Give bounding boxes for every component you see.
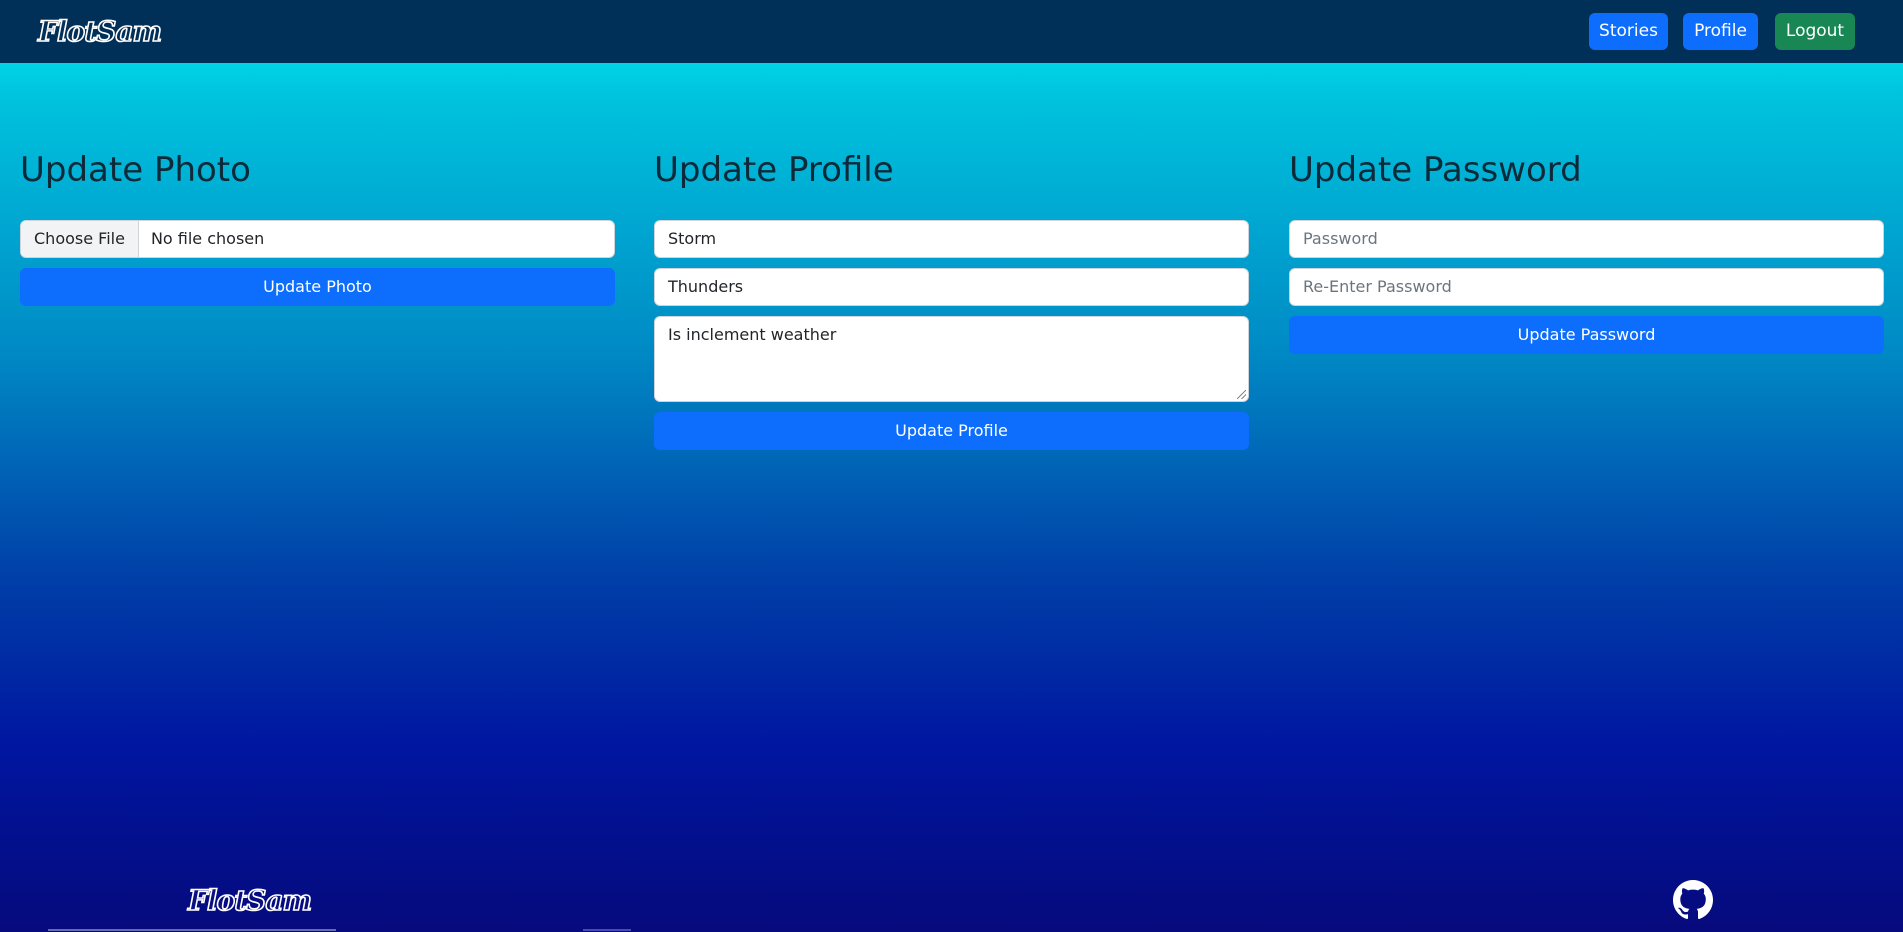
last-name-input[interactable]: Thunders — [654, 268, 1249, 306]
footer-brand-logo[interactable]: FlotSam — [187, 883, 313, 918]
footer-divider — [48, 929, 336, 931]
update-photo-title: Update Photo — [20, 150, 251, 190]
update-profile-section: Update Profile Storm Thunders Is incleme… — [654, 145, 1249, 450]
first-name-input[interactable]: Storm — [654, 220, 1249, 258]
password-input[interactable]: Password — [1289, 220, 1884, 258]
github-icon[interactable] — [1673, 880, 1713, 920]
update-password-section: Update Password Password Re-Enter Passwo… — [1289, 145, 1884, 354]
bio-text: Is inclement weather — [668, 325, 837, 344]
update-profile-button[interactable]: Update Profile — [654, 412, 1249, 450]
profile-button[interactable]: Profile — [1683, 13, 1758, 50]
resize-grip-icon[interactable] — [1237, 390, 1246, 399]
file-status-text: No file chosen — [150, 229, 265, 248]
update-password-button[interactable]: Update Password — [1289, 316, 1884, 354]
update-password-title: Update Password — [1289, 150, 1582, 190]
update-photo-button[interactable]: Update Photo — [20, 268, 615, 306]
footer-divider-small — [583, 929, 631, 931]
update-photo-section: Update Photo Choose File No file chosen … — [20, 145, 615, 306]
update-profile-title: Update Profile — [654, 150, 894, 190]
navbar: FlotSam Stories Profile Logout — [0, 0, 1903, 63]
logout-button[interactable]: Logout — [1775, 13, 1855, 50]
brand-logo[interactable]: FlotSam — [37, 14, 163, 49]
reenter-password-input[interactable]: Re-Enter Password — [1289, 268, 1884, 306]
bio-textarea[interactable]: Is inclement weather — [654, 316, 1249, 402]
stories-button[interactable]: Stories — [1589, 13, 1668, 50]
choose-file-button[interactable]: Choose File — [21, 221, 139, 257]
photo-file-input[interactable]: Choose File No file chosen — [20, 220, 615, 258]
